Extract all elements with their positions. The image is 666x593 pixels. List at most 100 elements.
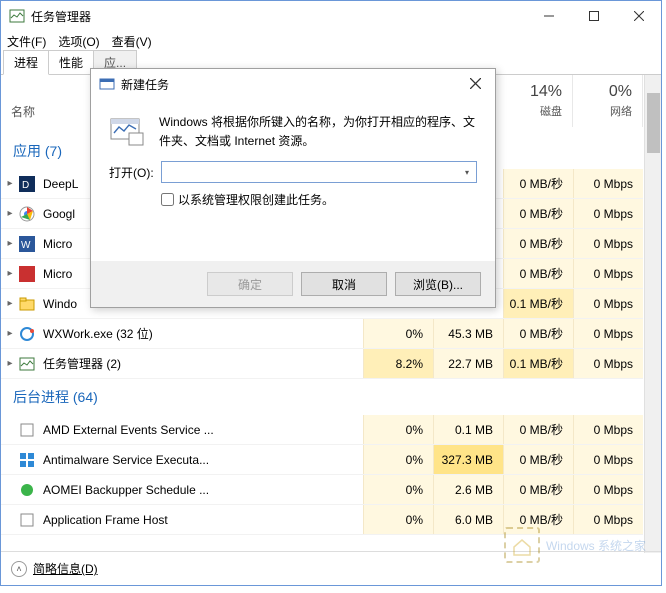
cancel-button[interactable]: 取消	[301, 272, 387, 296]
cell-disk: 0 MB/秒	[503, 475, 573, 504]
open-input[interactable]	[162, 162, 458, 182]
chevron-right-icon[interactable]: ▸	[1, 208, 19, 219]
admin-checkbox[interactable]	[161, 193, 174, 206]
process-row[interactable]: Antimalware Service Executa... 0% 327.3 …	[1, 445, 643, 475]
cell-net: 0 Mbps	[573, 229, 643, 258]
admin-checkbox-row: 以系统管理权限创建此任务。	[91, 183, 495, 208]
new-task-dialog: 新建任务 Windows 将根据你所键入的名称，为你打开相应的程序、文件夹、文档…	[90, 68, 496, 308]
cell-net: 0 Mbps	[573, 289, 643, 318]
titlebar: 任务管理器	[1, 1, 661, 31]
cell-net: 0 Mbps	[573, 169, 643, 198]
tab-processes[interactable]: 进程	[3, 50, 49, 75]
cell-disk: 0 MB/秒	[503, 445, 573, 474]
column-headers-right: 14% 磁盘 0% 网络	[503, 75, 643, 127]
dialog-titlebar: 新建任务	[91, 69, 495, 99]
cell-mem: 0.1 MB	[433, 415, 503, 444]
disk-percent: 14%	[503, 83, 562, 101]
cell-mem: 2.6 MB	[433, 475, 503, 504]
open-label: 打开(O):	[109, 164, 161, 181]
run-dialog-icon	[109, 113, 145, 149]
process-row[interactable]: ▸ 任务管理器 (2) 8.2% 22.7 MB 0.1 MB/秒 0 Mbps	[1, 349, 643, 379]
cell-net: 0 Mbps	[573, 505, 643, 534]
tab-performance[interactable]: 性能	[48, 50, 94, 74]
menu-view[interactable]: 查看(V)	[112, 33, 152, 50]
chevron-right-icon[interactable]: ▸	[1, 178, 19, 189]
process-row[interactable]: AMD External Events Service ... 0% 0.1 M…	[1, 415, 643, 445]
cell-disk: 0 MB/秒	[503, 319, 573, 348]
cell-net: 0 Mbps	[573, 319, 643, 348]
dialog-description: Windows 将根据你所键入的名称，为你打开相应的程序、文件夹、文档或 Int…	[159, 113, 477, 151]
chrome-icon	[19, 206, 35, 222]
cell-disk: 0 MB/秒	[503, 199, 573, 228]
process-name: Application Frame Host	[41, 513, 363, 527]
cell-cpu: 0%	[363, 445, 433, 474]
chevron-right-icon[interactable]: ▸	[1, 298, 19, 309]
window-controls	[526, 1, 661, 31]
titlebar-title: 任务管理器	[31, 8, 526, 25]
dialog-open-row: 打开(O): ▾	[91, 151, 495, 183]
minimize-button[interactable]	[526, 1, 571, 31]
process-row[interactable]: ▸ WXWork.exe (32 位) 0% 45.3 MB 0 MB/秒 0 …	[1, 319, 643, 349]
process-name: Antimalware Service Executa...	[41, 453, 363, 467]
menu-file[interactable]: 文件(F)	[7, 33, 46, 50]
word-icon: W	[19, 236, 35, 252]
admin-checkbox-label: 以系统管理权限创建此任务。	[178, 191, 334, 208]
cell-cpu: 0%	[363, 319, 433, 348]
process-name: 任务管理器 (2)	[41, 355, 363, 372]
vertical-scrollbar[interactable]	[644, 75, 661, 553]
disk-label: 磁盘	[503, 103, 562, 119]
brief-info-link[interactable]: 简略信息(D)	[33, 560, 98, 577]
explorer-icon	[19, 296, 35, 312]
cell-mem: 327.3 MB	[433, 445, 503, 474]
dialog-close-button[interactable]	[455, 76, 495, 92]
cell-mem: 6.0 MB	[433, 505, 503, 534]
taskmgr-icon	[19, 356, 35, 372]
cell-disk: 0.1 MB/秒	[503, 349, 573, 378]
ok-button[interactable]: 确定	[207, 272, 293, 296]
dialog-button-row: 确定 取消 浏览(B)...	[91, 261, 495, 307]
service-icon	[19, 512, 35, 528]
cell-disk: 0 MB/秒	[503, 505, 573, 534]
column-header-network[interactable]: 0% 网络	[573, 75, 643, 127]
cell-cpu: 8.2%	[363, 349, 433, 378]
maximize-button[interactable]	[571, 1, 616, 31]
chevron-right-icon[interactable]: ▸	[1, 358, 19, 369]
cell-net: 0 Mbps	[573, 349, 643, 378]
net-label: 网络	[573, 103, 632, 119]
cell-net: 0 Mbps	[573, 475, 643, 504]
chevron-right-icon[interactable]: ▸	[1, 328, 19, 339]
process-name: WXWork.exe (32 位)	[41, 325, 363, 342]
close-button[interactable]	[616, 1, 661, 31]
process-name: AMD External Events Service ...	[41, 423, 363, 437]
cell-disk: 0 MB/秒	[503, 415, 573, 444]
process-row[interactable]: Application Frame Host 0% 6.0 MB 0 MB/秒 …	[1, 505, 643, 535]
chevron-up-icon[interactable]: ˄	[11, 561, 27, 577]
process-row[interactable]: AOMEI Backupper Schedule ... 0% 2.6 MB 0…	[1, 475, 643, 505]
chevron-right-icon[interactable]: ▸	[1, 268, 19, 279]
process-name: AOMEI Backupper Schedule ...	[41, 483, 363, 497]
service-icon	[19, 482, 35, 498]
column-header-name[interactable]: 名称	[11, 103, 35, 120]
chevron-down-icon[interactable]: ▾	[460, 164, 474, 180]
group-background[interactable]: 后台进程 (64)	[1, 379, 643, 415]
defender-icon	[19, 452, 35, 468]
cell-disk: 0 MB/秒	[503, 169, 573, 198]
chevron-right-icon[interactable]: ▸	[1, 238, 19, 249]
scroll-thumb[interactable]	[647, 93, 660, 153]
dialog-body: Windows 将根据你所键入的名称，为你打开相应的程序、文件夹、文档或 Int…	[91, 99, 495, 151]
dialog-title: 新建任务	[121, 76, 455, 93]
footer: ˄ 简略信息(D)	[1, 551, 661, 585]
run-icon	[99, 76, 115, 92]
cell-mem: 45.3 MB	[433, 319, 503, 348]
cell-cpu: 0%	[363, 505, 433, 534]
menubar: 文件(F) 选项(O) 查看(V)	[1, 31, 661, 51]
cell-mem: 22.7 MB	[433, 349, 503, 378]
net-percent: 0%	[573, 83, 632, 101]
open-combobox[interactable]: ▾	[161, 161, 477, 183]
column-header-disk[interactable]: 14% 磁盘	[503, 75, 573, 127]
browse-button[interactable]: 浏览(B)...	[395, 272, 481, 296]
app-icon	[19, 266, 35, 282]
cell-net: 0 Mbps	[573, 259, 643, 288]
cell-disk: 0.1 MB/秒	[503, 289, 573, 318]
menu-options[interactable]: 选项(O)	[58, 33, 99, 50]
